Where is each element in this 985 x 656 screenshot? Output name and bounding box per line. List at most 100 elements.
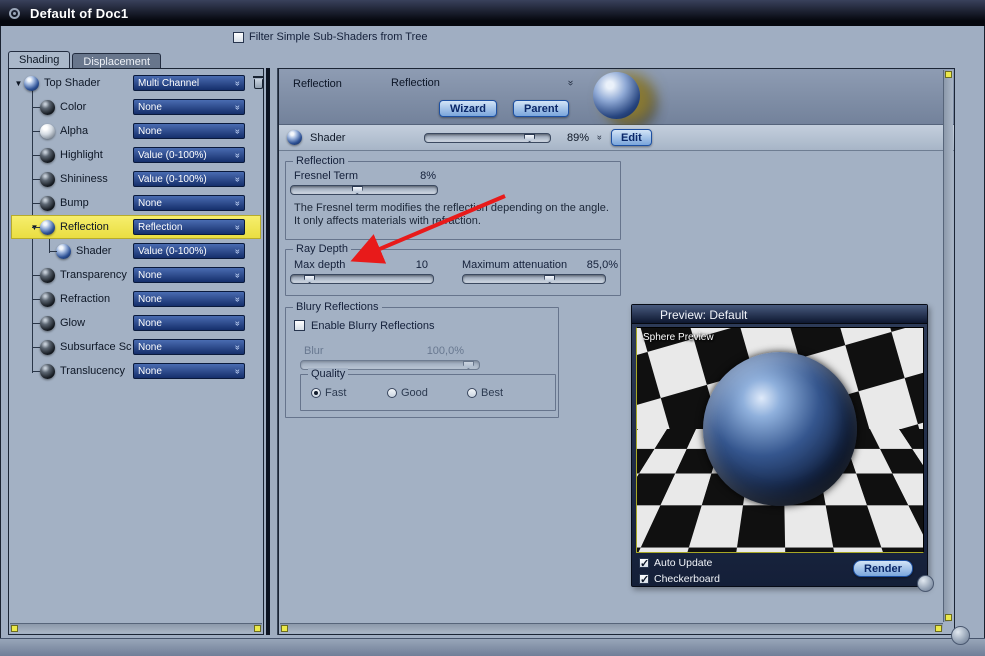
max-depth-slider[interactable] [290, 274, 434, 284]
tree-row-color[interactable]: Color None » [11, 95, 261, 119]
chevron-down-icon: » [232, 272, 243, 278]
tree-row-shininess[interactable]: Shininess Value (0-100%) » [11, 167, 261, 191]
tree-item-label: Shininess [60, 173, 108, 185]
parent-button[interactable]: Parent [513, 100, 570, 117]
tab-displacement[interactable]: Displacement [72, 53, 162, 68]
chevron-down-icon: » [232, 224, 243, 230]
tree-row-translucency[interactable]: Translucency None » [11, 359, 261, 383]
edit-button[interactable]: Edit [611, 129, 652, 146]
blur-label: Blur [304, 345, 324, 357]
shader-sphere-icon [40, 171, 55, 187]
scroll-marker[interactable] [945, 71, 952, 78]
auto-update-label: Auto Update [654, 557, 713, 569]
shader-sphere-icon [287, 130, 302, 145]
slider-thumb [462, 361, 474, 369]
chevron-down-icon[interactable]: » [595, 135, 605, 140]
type-dropdown-transparency[interactable]: None » [133, 267, 245, 283]
tree-row-bump[interactable]: Bump None » [11, 191, 261, 215]
delete-shader-icon[interactable] [253, 76, 264, 89]
scroll-marker[interactable] [254, 625, 261, 632]
dropdown-value: None [138, 365, 162, 377]
quality-group: Quality Fast Good Best [300, 368, 556, 411]
wizard-button[interactable]: Wizard [439, 100, 497, 117]
type-dropdown-color[interactable]: None » [133, 99, 245, 115]
blur-value: 100,0% [426, 345, 464, 357]
shader-sphere-icon [40, 291, 55, 307]
preview-render-image[interactable]: Sphere Preview [636, 327, 924, 553]
scroll-marker[interactable] [11, 625, 18, 632]
titlebar[interactable]: Default of Doc1 [0, 0, 985, 26]
shader-value-slider[interactable] [424, 133, 551, 143]
max-attenuation-label: Maximum attenuation [462, 259, 568, 271]
max-attenuation-slider[interactable] [462, 274, 606, 284]
type-dropdown-shader[interactable]: Value (0-100%) » [133, 243, 245, 259]
scroll-marker[interactable] [945, 614, 952, 621]
tree-item-label: Top Shader [44, 77, 101, 89]
type-dropdown-shininess[interactable]: Value (0-100%) » [133, 171, 245, 187]
type-dropdown-alpha[interactable]: None » [133, 123, 245, 139]
panel-resize-grip[interactable] [917, 575, 934, 592]
chevron-down-icon: » [232, 368, 243, 374]
tree-row-subsurface-sc[interactable]: Subsurface Sc None » [11, 335, 261, 359]
type-dropdown-translucency[interactable]: None » [133, 363, 245, 379]
tab-shading[interactable]: Shading [8, 51, 71, 68]
shader-type-dropdown[interactable]: Reflection » [391, 77, 576, 89]
radio-icon [311, 388, 321, 398]
type-dropdown-bump[interactable]: None » [133, 195, 245, 211]
disclosure-triangle-icon[interactable]: ▼ [13, 79, 24, 88]
slider-thumb[interactable] [524, 134, 536, 142]
tree-row-alpha[interactable]: Alpha None » [11, 119, 261, 143]
fresnel-term-value: 8% [420, 170, 436, 182]
filter-subshaders-checkbox[interactable] [233, 31, 244, 43]
type-dropdown-highlight[interactable]: Value (0-100%) » [133, 147, 245, 163]
render-button[interactable]: Render [853, 560, 913, 577]
dropdown-value: Reflection [138, 221, 183, 233]
scroll-marker[interactable] [281, 625, 288, 632]
disclosure-triangle-icon[interactable]: ▼ [29, 223, 40, 232]
slider-thumb[interactable] [544, 275, 556, 283]
type-dropdown-top-shader[interactable]: Multi Channel » [133, 75, 245, 91]
enable-blurry-checkbox[interactable] [294, 320, 305, 331]
dropdown-value: None [138, 293, 162, 305]
panel-divider[interactable] [266, 68, 278, 635]
type-dropdown-glow[interactable]: None » [133, 315, 245, 331]
dropdown-value: None [138, 341, 162, 353]
tree-row-refraction[interactable]: Refraction None » [11, 287, 261, 311]
preview-title[interactable]: Preview: Default [632, 305, 927, 324]
shader-tree-panel: ▼ Top Shader Multi Channel » Color None … [8, 68, 264, 635]
chevron-down-icon: » [232, 176, 243, 182]
tree-row-glow[interactable]: Glow None » [11, 311, 261, 335]
slider-thumb[interactable] [351, 186, 363, 194]
editor-vertical-scrollbar[interactable] [943, 70, 953, 622]
tree-row-highlight[interactable]: Highlight Value (0-100%) » [11, 143, 261, 167]
reflection-group-legend: Reflection [293, 155, 348, 167]
tree-row-reflection[interactable]: ▼ Reflection Reflection » [11, 215, 261, 239]
type-dropdown-refraction[interactable]: None » [133, 291, 245, 307]
window-title: Default of Doc1 [30, 5, 129, 21]
quality-option-good[interactable]: Good [387, 387, 428, 399]
chevron-down-icon: » [232, 248, 243, 254]
slider-thumb[interactable] [304, 275, 316, 283]
window-resize-grip[interactable] [951, 626, 970, 645]
tree-row-shader[interactable]: Shader Value (0-100%) » [11, 239, 261, 263]
checkerboard-checkbox[interactable] [639, 573, 649, 586]
shader-type-value: Reflection [391, 77, 440, 89]
quality-option-best[interactable]: Best [467, 387, 503, 399]
window-icon [9, 7, 20, 19]
tree-row-top-shader[interactable]: ▼ Top Shader Multi Channel » [11, 71, 264, 95]
tree-horizontal-scrollbar[interactable] [10, 623, 262, 633]
quality-option-fast[interactable]: Fast [311, 387, 346, 399]
dropdown-value: None [138, 101, 162, 113]
tree-row-transparency[interactable]: Transparency None » [11, 263, 261, 287]
ray-depth-group: Ray Depth Max depth 10 Maximum attenuati… [285, 243, 621, 296]
scroll-marker[interactable] [935, 625, 942, 632]
shader-sphere-icon [40, 123, 55, 139]
fresnel-term-slider[interactable] [290, 185, 438, 195]
max-attenuation-value: 85,0% [586, 259, 618, 271]
type-dropdown-subsurface-sc[interactable]: None » [133, 339, 245, 355]
editor-horizontal-scrollbar[interactable] [280, 623, 943, 633]
filter-subshaders-label: Filter Simple Sub-Shaders from Tree [249, 31, 428, 43]
shader-preview-sphere-icon [593, 72, 640, 119]
type-dropdown-reflection[interactable]: Reflection » [133, 219, 245, 235]
auto-update-checkbox[interactable] [639, 557, 649, 570]
